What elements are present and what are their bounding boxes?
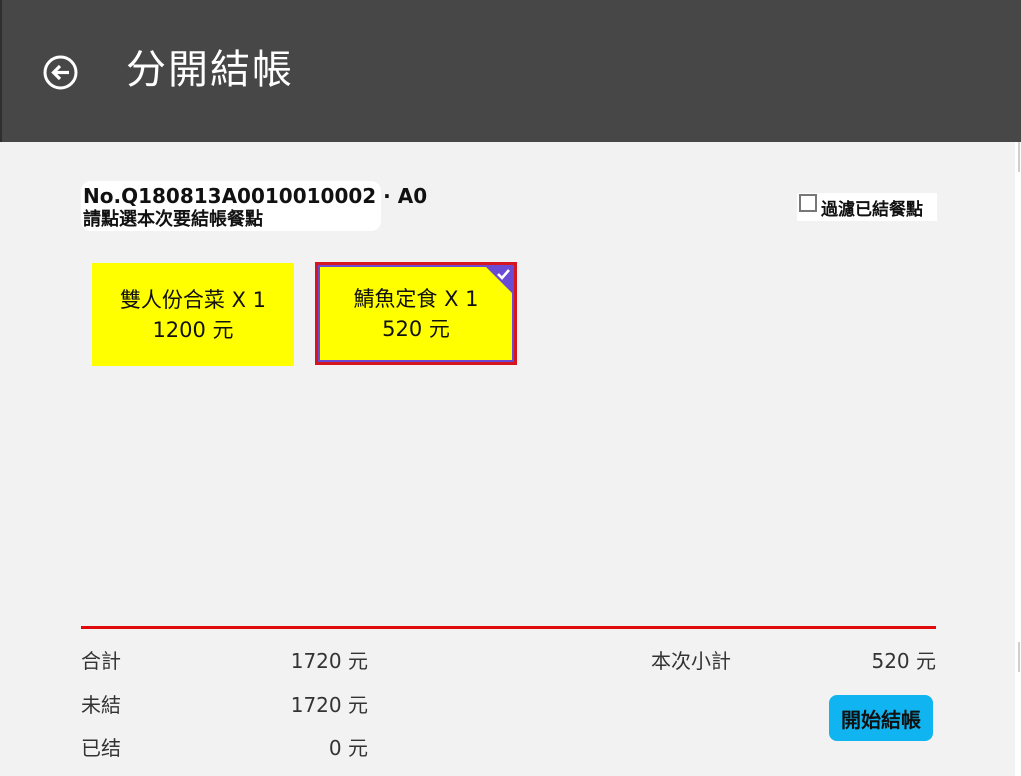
summary-divider [81, 626, 936, 629]
unpaid-value: 1720 元 [290, 693, 368, 717]
item-name: 鯖魚定食 X 1 [353, 286, 479, 311]
total-label: 合計 [81, 649, 121, 673]
menu-item-card[interactable]: 雙人份合菜 X 1 1200 元 [92, 263, 294, 366]
item-price: 520 元 [382, 316, 450, 341]
checkmark-icon [484, 265, 514, 295]
scrollbar[interactable] [1015, 142, 1021, 776]
order-number: No.Q180813A0010010002 · A0 [83, 184, 428, 208]
page-title: 分開結帳 [126, 47, 294, 93]
title-bar: 分開結帳 [0, 0, 1021, 142]
back-button[interactable] [43, 55, 78, 90]
filter-paid-checkbox[interactable]: 過濾已結餐點 [797, 193, 937, 221]
item-price: 1200 元 [152, 317, 234, 342]
paid-label: 已结 [81, 736, 121, 760]
paid-value: 0 元 [328, 736, 368, 760]
subtotal-value: 520 元 [871, 649, 936, 673]
window-edge [0, 0, 2, 142]
filter-label: 過濾已結餐點 [821, 199, 923, 220]
subtotal-label: 本次小計 [651, 649, 731, 673]
order-hint: 請點選本次要結帳餐點 [83, 209, 263, 230]
arrow-left-circle-icon [43, 55, 78, 90]
item-name: 雙人份合菜 X 1 [119, 287, 267, 312]
checkbox-icon[interactable] [799, 194, 817, 212]
total-value: 1720 元 [290, 649, 368, 673]
menu-item-card-selected[interactable]: 鯖魚定食 X 1 520 元 [315, 262, 517, 365]
start-checkout-button[interactable]: 開始結帳 [829, 695, 933, 741]
order-info: No.Q180813A0010010002 · A0 請點選本次要結帳餐點 [81, 181, 428, 231]
unpaid-label: 未結 [81, 693, 121, 717]
